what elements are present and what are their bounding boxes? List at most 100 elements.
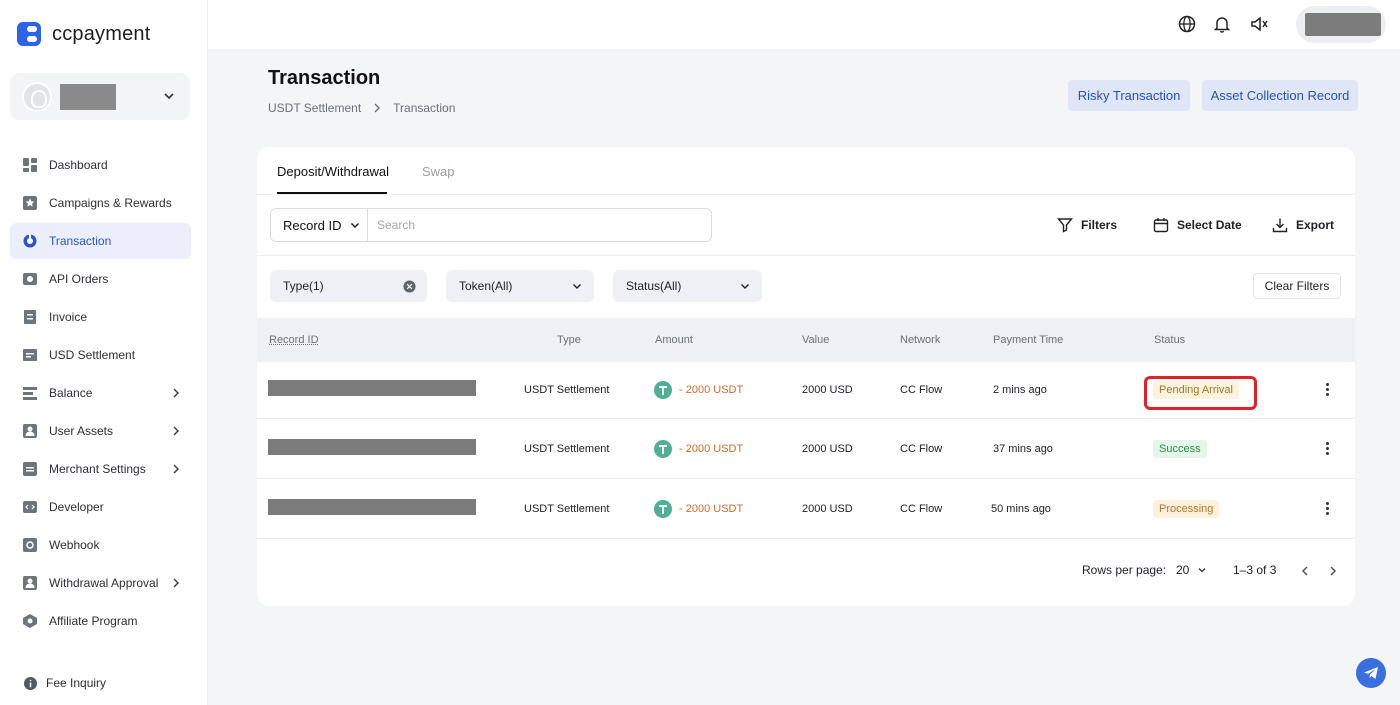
sidebar-item-merchant-settings[interactable]: Merchant Settings <box>10 451 191 487</box>
sidebar-item-affiliate-program[interactable]: Affiliate Program <box>10 603 191 639</box>
chevron-right-icon[interactable] <box>1327 565 1339 577</box>
fee-inquiry-label: Fee Inquiry <box>46 676 107 690</box>
cell-amount: - 2000 USDT <box>654 440 743 458</box>
bell-icon[interactable] <box>1213 15 1231 33</box>
amount-text: - 2000 USDT <box>679 384 744 396</box>
webhook-icon <box>23 538 37 552</box>
telegram-support-button[interactable] <box>1356 658 1386 688</box>
column-header-record-id[interactable]: Record ID <box>269 334 319 346</box>
more-vertical-icon[interactable] <box>1326 442 1330 457</box>
calendar-icon <box>1153 218 1169 233</box>
status-badge: Processing <box>1153 500 1220 518</box>
user-menu[interactable] <box>1296 6 1386 43</box>
pagination-range: 1–3 of 3 <box>1233 563 1277 577</box>
sidebar-item-label: USD Settlement <box>49 348 136 362</box>
transaction-card: Deposit/Withdrawal Swap Record ID Filter… <box>257 147 1355 606</box>
chevron-down-icon <box>573 284 581 289</box>
select-date-button[interactable]: Select Date <box>1153 217 1242 233</box>
speaker-muted-icon[interactable] <box>1250 15 1268 33</box>
sidebar-item-usd-settlement[interactable]: USD Settlement <box>10 337 191 373</box>
search-input[interactable] <box>368 209 711 241</box>
chevron-right-icon <box>374 103 381 113</box>
sidebar-item-user-assets[interactable]: User Assets <box>10 413 191 449</box>
rows-per-page-select[interactable]: 20 <box>1176 563 1207 577</box>
cell-amount: - 2000 USDT <box>654 381 743 399</box>
sidebar-item-balance[interactable]: Balance <box>10 375 191 411</box>
sidebar-item-label: API Orders <box>49 272 109 286</box>
chevron-left-icon[interactable] <box>1299 565 1311 577</box>
risky-transaction-button[interactable]: Risky Transaction <box>1068 80 1190 111</box>
globe-icon[interactable] <box>1178 15 1196 33</box>
type-filter-label: Type(1) <box>283 279 324 293</box>
status-badge: Success <box>1153 440 1207 458</box>
export-label: Export <box>1296 218 1335 232</box>
more-vertical-icon[interactable] <box>1326 502 1330 517</box>
asset-collection-record-button[interactable]: Asset Collection Record <box>1202 80 1358 111</box>
tether-icon <box>654 500 672 518</box>
export-button[interactable]: Export <box>1272 217 1334 233</box>
sidebar-item-label: Webhook <box>49 538 100 552</box>
status-filter-select[interactable]: Status(All) <box>613 270 762 302</box>
brand-logo[interactable]: ccpayment <box>17 22 151 46</box>
clear-circle-icon[interactable] <box>403 280 416 293</box>
chevron-down-icon <box>741 284 749 289</box>
tab-deposit-withdrawal[interactable]: Deposit/Withdrawal <box>277 164 389 179</box>
active-tab-indicator <box>277 192 387 194</box>
sidebar-item-label: Balance <box>49 386 93 400</box>
affiliate-icon <box>23 614 37 628</box>
more-vertical-icon[interactable] <box>1326 383 1330 398</box>
filters-button[interactable]: Filters <box>1057 217 1117 233</box>
account-switcher[interactable] <box>10 73 190 120</box>
ccpayment-logo-icon <box>17 22 41 46</box>
user-icon <box>23 424 37 438</box>
token-filter-select[interactable]: Token(All) <box>446 270 594 302</box>
cell-type: USDT Settlement <box>524 443 610 455</box>
sidebar-item-dashboard[interactable]: Dashboard <box>10 147 191 183</box>
cell-payment-time: 2 mins ago <box>993 384 1047 396</box>
record-id-redacted <box>268 499 476 515</box>
record-id-redacted <box>268 380 476 396</box>
avatar <box>22 81 52 112</box>
sidebar-item-developer[interactable]: Developer <box>10 489 191 525</box>
table-row[interactable]: USDT Settlement - 2000 USDT 2000 USD CC … <box>257 479 1355 539</box>
info-icon <box>24 676 37 690</box>
sidebar-item-label: Transaction <box>49 234 112 248</box>
tab-swap[interactable]: Swap <box>422 164 455 179</box>
chevron-down-icon <box>164 93 174 100</box>
cell-value: 2000 USD <box>802 443 853 455</box>
cell-value: 2000 USD <box>802 384 853 396</box>
sidebar-item-label: Dashboard <box>49 158 108 172</box>
breadcrumb: USDT Settlement Transaction <box>268 101 455 115</box>
cell-amount: - 2000 USDT <box>654 500 743 518</box>
search-bar: Record ID <box>270 208 712 242</box>
telegram-icon <box>1364 667 1378 679</box>
breadcrumb-item-current: Transaction <box>393 101 456 115</box>
type-filter-chip[interactable]: Type(1) <box>270 270 427 302</box>
sidebar-item-campaigns[interactable]: Campaigns & Rewards <box>10 185 191 221</box>
chevron-right-icon <box>173 464 180 474</box>
sidebar-item-transaction[interactable]: Transaction <box>10 223 191 259</box>
rows-per-page-value: 20 <box>1176 563 1190 577</box>
search-field-select[interactable]: Record ID <box>271 209 368 241</box>
breadcrumb-item[interactable]: USDT Settlement <box>268 101 361 115</box>
chevron-down-icon <box>350 222 359 229</box>
cell-payment-time: 37 mins ago <box>993 443 1053 455</box>
page-title: Transaction <box>268 67 381 89</box>
sidebar-item-label: Withdrawal Approval <box>49 576 159 590</box>
fee-inquiry-link[interactable]: Fee Inquiry <box>24 676 106 690</box>
merchant-icon <box>23 462 37 476</box>
divider <box>257 255 1355 256</box>
chevron-down-icon <box>1198 568 1206 573</box>
table-row[interactable]: USDT Settlement - 2000 USDT 2000 USD CC … <box>257 419 1355 479</box>
tether-icon <box>654 440 672 458</box>
clear-filters-button[interactable]: Clear Filters <box>1253 273 1341 299</box>
sidebar-item-withdrawal-approval[interactable]: Withdrawal Approval <box>10 565 191 601</box>
sidebar-item-invoice[interactable]: Invoice <box>10 299 191 335</box>
filters-label: Filters <box>1081 218 1118 232</box>
account-name-redacted <box>60 83 116 110</box>
sidebar-item-webhook[interactable]: Webhook <box>10 527 191 563</box>
select-date-label: Select Date <box>1177 218 1242 232</box>
chevron-right-icon <box>173 578 180 588</box>
sidebar-item-api-orders[interactable]: API Orders <box>10 261 191 297</box>
dashboard-icon <box>23 158 37 172</box>
